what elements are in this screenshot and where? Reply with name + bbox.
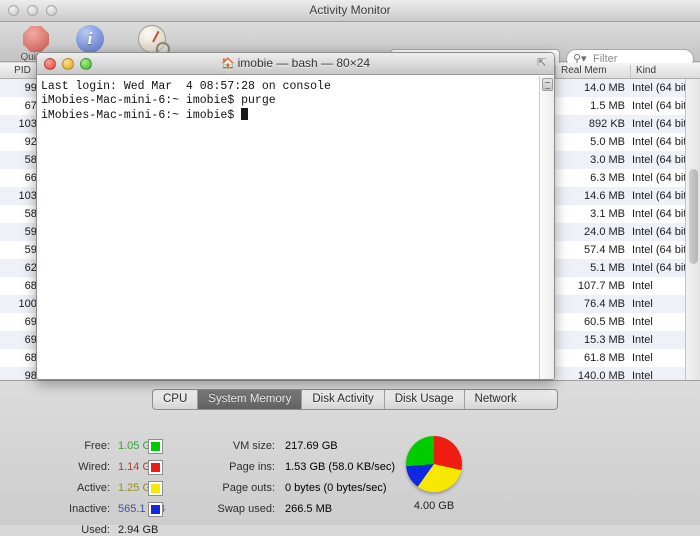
terminal-output: Last login: Wed Mar 4 08:57:28 on consol… <box>41 80 331 122</box>
tab-disk-usage[interactable]: Disk Usage <box>385 390 465 409</box>
inspect-button[interactable]: i <box>62 24 118 54</box>
inactive-color-swatch <box>148 502 163 517</box>
cell-real-mem: 15.3 MB <box>584 334 625 346</box>
active-color-swatch <box>148 481 163 496</box>
page-ins-label: Page ins: <box>229 461 275 473</box>
pie-chart-total-label: 4.00 GB <box>413 500 455 512</box>
cell-real-mem: 6.3 MB <box>590 172 625 184</box>
cell-real-mem: 892 KB <box>588 118 625 130</box>
cell-real-mem: 5.0 MB <box>590 136 625 148</box>
cell-real-mem: 60.5 MB <box>584 316 625 328</box>
used-label: Used: <box>81 524 110 536</box>
cell-real-mem: 14.0 MB <box>584 82 625 94</box>
terminal-titlebar[interactable]: 🏠 imobie — bash — 80×24 ⇱ <box>37 53 554 75</box>
info-glyph: i <box>76 25 104 53</box>
cell-real-mem: 107.7 MB <box>577 280 625 292</box>
swap-used-value: 266.5 MB <box>285 503 333 515</box>
activity-monitor-window: Activity Monitor Quit Pr i My Processes … <box>0 0 700 536</box>
cell-real-mem: 3.0 MB <box>590 154 625 166</box>
page-outs-value: 0 bytes (0 bytes/sec) <box>285 482 387 494</box>
active-label: Active: <box>76 482 110 494</box>
tab-system-memory[interactable]: System Memory <box>198 390 303 409</box>
tab-disk-activity[interactable]: Disk Activity <box>302 390 385 409</box>
terminal-scrollbar[interactable] <box>539 76 554 379</box>
cell-real-mem: 24.0 MB <box>584 226 625 238</box>
stop-octagon-icon <box>8 24 64 54</box>
column-header-real-mem[interactable]: Real Mem <box>555 65 630 78</box>
wired-label: Wired: <box>78 461 110 473</box>
process-table-scrollbar[interactable] <box>685 79 700 380</box>
terminal-title-text: imobie — bash — 80×24 <box>237 56 371 70</box>
memory-pie-chart: 4.00 GB <box>400 436 468 512</box>
cell-real-mem: 140.0 MB <box>577 370 625 380</box>
resize-handle-icon[interactable]: ⇱ <box>537 58 549 70</box>
terminal-body[interactable]: Last login: Wed Mar 4 08:57:28 on consol… <box>37 76 554 379</box>
terminal-scrollbar-thumb[interactable] <box>542 78 553 91</box>
cell-real-mem: 57.4 MB <box>584 244 625 256</box>
free-color-swatch <box>148 439 163 454</box>
page-ins-value: 1.53 GB (58.0 KB/sec) <box>285 461 396 473</box>
terminal-window[interactable]: 🏠 imobie — bash — 80×24 ⇱ Last login: Wed… <box>36 52 555 380</box>
terminal-cursor <box>241 108 249 120</box>
swap-used-label: Swap used: <box>217 503 275 515</box>
panel-tabbar[interactable]: CPU System Memory Disk Activity Disk Usage N… <box>152 389 558 410</box>
cell-real-mem: 5.1 MB <box>590 262 625 274</box>
window-title: Activity Monitor <box>309 3 391 17</box>
page-outs-label: Page outs: <box>222 482 275 494</box>
wired-color-swatch <box>148 460 163 475</box>
info-circle-icon: i <box>62 24 118 54</box>
cell-real-mem: 76.4 MB <box>584 298 625 310</box>
terminal-title: 🏠 imobie — bash — 80×24 <box>37 56 554 70</box>
column-header-kind[interactable]: Kind <box>630 65 695 78</box>
scrollbar-thumb[interactable] <box>689 169 698 264</box>
cell-real-mem: 3.1 MB <box>590 208 625 220</box>
cell-real-mem: 61.8 MB <box>584 352 625 364</box>
pie-chart-graphic <box>406 436 462 492</box>
tab-network[interactable]: Network <box>465 390 527 409</box>
used-value: 2.94 GB <box>118 524 159 536</box>
stopwatch-magnifier-icon <box>124 24 180 63</box>
vm-size-value: 217.69 GB <box>285 440 338 452</box>
tab-cpu[interactable]: CPU <box>153 390 199 409</box>
inactive-label: Inactive: <box>69 503 110 515</box>
activity-monitor-titlebar: Activity Monitor <box>0 0 700 22</box>
home-icon: 🏠 <box>220 58 235 70</box>
cell-real-mem: 1.5 MB <box>590 100 625 112</box>
cell-real-mem: 14.6 MB <box>584 190 625 202</box>
sample-process-button[interactable] <box>124 24 180 63</box>
free-label: Free: <box>84 440 110 452</box>
vm-size-label: VM size: <box>232 440 275 452</box>
